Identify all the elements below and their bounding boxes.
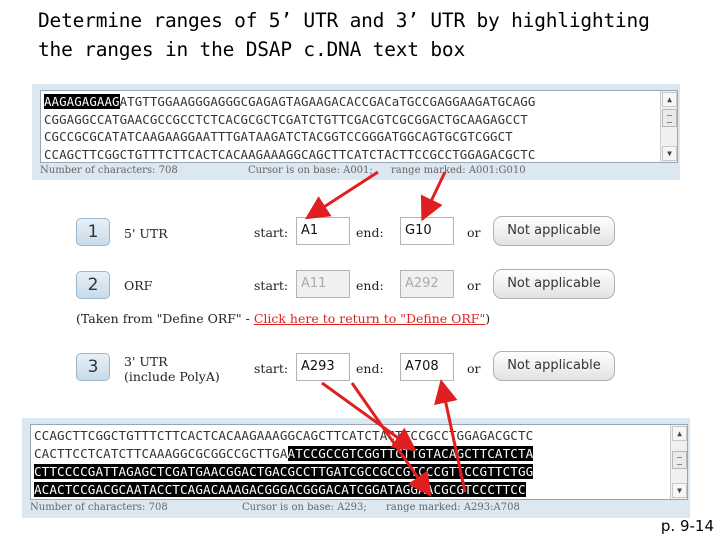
- slide-heading: Determine ranges of 5’ UTR and 3’ UTR by…: [38, 6, 718, 64]
- sequence-text: CGGAGGCCATGAACGCCGCCTCTCACGCGCTCGATCTGTT…: [44, 111, 528, 127]
- highlighted-range: ATCCGCCGTCGGTTCTTGTACAGCTTCATCTA: [287, 446, 534, 461]
- sequence-line: CCAGCTTCGGCTGTTTCTTCACTCACAAGAAAGGCAGCTT…: [34, 427, 533, 445]
- step-3-title: 3' UTR: [124, 354, 168, 369]
- 5utr-end-input[interactable]: G10: [400, 217, 454, 245]
- scroll-thumb[interactable]: [662, 109, 677, 127]
- step-1-badge: 1: [76, 218, 110, 246]
- sequence-text: ATGTTGGAAGGGAGGGCGAGAGTAGAAGACACCGACaTGC…: [119, 94, 536, 109]
- sequence-line: CGGAGGCCATGAACGCCGCCTCTCACGCGCTCGATCTGTT…: [44, 111, 535, 129]
- step-3-sublabel: (include PolyA): [124, 369, 220, 384]
- orf-start-input: A11: [296, 270, 350, 298]
- page-number: p. 9-14: [660, 517, 714, 535]
- step-1-label: 5' UTR: [124, 226, 168, 241]
- scroll-thumb[interactable]: [672, 451, 687, 469]
- step-2-badge: 2: [76, 271, 110, 299]
- char-count: Number of characters: 708: [30, 502, 168, 513]
- sequence-line: CCAGCTTCGGCTGTTTCTTCACTCACAAGAAAGGCAGCTT…: [44, 146, 535, 164]
- sequence-lines: AAGAGAGAAGATGTTGGAAGGGAGGGCGAGAGTAGAAGAC…: [44, 93, 535, 163]
- step-3-label: 3' UTR (include PolyA): [124, 354, 220, 384]
- scroll-up-arrow-icon[interactable]: ▲: [672, 426, 687, 441]
- sequence-line: AAGAGAGAAGATGTTGGAAGGGAGGGCGAGAGTAGAAGAC…: [44, 93, 535, 111]
- start-label: start:: [254, 361, 289, 376]
- top-sequence-panel: AAGAGAGAAGATGTTGGAAGGGAGGGCGAGAGTAGAAGAC…: [32, 84, 680, 180]
- or-label: or: [467, 278, 481, 293]
- scroll-down-arrow-icon[interactable]: ▼: [662, 146, 677, 161]
- sequence-line: CGCCGCGCATATCAAGAAGGAATTTGATAAGATCTACGGT…: [44, 128, 535, 146]
- vertical-scrollbar[interactable]: ▲ ▼: [660, 91, 677, 162]
- scroll-up-arrow-icon[interactable]: ▲: [662, 92, 677, 107]
- char-count: Number of characters: 708: [40, 165, 178, 176]
- sequence-text: CCAGCTTCGGCTGTTTCTTCACTCACAAGAAAGGCAGCTT…: [44, 146, 536, 162]
- or-label: or: [467, 225, 481, 240]
- sequence-line: ACACTCCGACGCAATACCTCAGACAAAGACGGGACGGGAC…: [34, 481, 533, 499]
- sequence-text: CGCCGCGCATATCAAGAAGGAATTTGATAAGATCTACGGT…: [44, 129, 513, 144]
- range-marked: range marked: A293:A708: [386, 502, 520, 513]
- or-label: or: [467, 361, 481, 376]
- 3utr-not-applicable-button[interactable]: Not applicable: [493, 351, 615, 381]
- vertical-scrollbar[interactable]: ▲ ▼: [670, 425, 687, 499]
- 3utr-start-input[interactable]: A293: [296, 353, 350, 381]
- end-label: end:: [356, 361, 384, 376]
- cdna-text-box[interactable]: CCAGCTTCGGCTGTTTCTTCACTCACAAGAAAGGCAGCTT…: [30, 424, 688, 500]
- 3utr-end-input[interactable]: A708: [400, 353, 454, 381]
- end-label: end:: [356, 278, 384, 293]
- scroll-down-arrow-icon[interactable]: ▼: [672, 483, 687, 498]
- heading-line-1: Determine ranges of 5’ UTR and 3’ UTR by…: [38, 9, 650, 32]
- orf-note-suffix: ): [485, 311, 491, 326]
- range-marked: range marked: A001:G010: [391, 165, 526, 176]
- cdna-text-box[interactable]: AAGAGAGAAGATGTTGGAAGGGAGGGCGAGAGTAGAAGAC…: [40, 90, 678, 163]
- sequence-line: CTTCCCCGATTAGAGCTCGATGAACGGACTGACGCCTTGA…: [34, 463, 534, 481]
- highlighted-range: ACACTCCGACGCAATACCTCAGACAAAGACGGGACGGGAC…: [34, 482, 526, 497]
- 5utr-not-applicable-button[interactable]: Not applicable: [493, 216, 615, 246]
- highlighted-range: AAGAGAGAAG: [44, 94, 120, 109]
- sequence-line: CACTTCCTCATCTTCAAAGGCGCGGCCGCTTGAATCCGCC…: [34, 445, 534, 463]
- sequence-text: CACTTCCTCATCTTCAAAGGCGCGGCCGCTTGA: [34, 446, 288, 461]
- highlighted-range: CTTCCCCGATTAGAGCTCGATGAACGGACTGACGCCTTGA…: [34, 464, 534, 479]
- end-label: end:: [356, 225, 384, 240]
- 5utr-start-input[interactable]: A1: [296, 217, 350, 245]
- sequence-lines: CCAGCTTCGGCTGTTTCTTCACTCACAAGAAAGGCAGCTT…: [34, 427, 534, 499]
- orf-end-input: A292: [400, 270, 454, 298]
- orf-note: (Taken from "Define ORF" - Click here to…: [76, 311, 490, 326]
- orf-note-prefix: (Taken from "Define ORF" -: [76, 311, 254, 326]
- start-label: start:: [254, 225, 289, 240]
- cursor-position: Cursor is on base: A293;: [242, 502, 367, 513]
- sequence-text: CCAGCTTCGGCTGTTTCTTCACTCACAAGAAAGGCAGCTT…: [34, 428, 534, 443]
- start-label: start:: [254, 278, 289, 293]
- step-2-label: ORF: [124, 278, 153, 293]
- bottom-sequence-panel: CCAGCTTCGGCTGTTTCTTCACTCACAAGAAAGGCAGCTT…: [22, 418, 690, 518]
- heading-line-2: the ranges in the DSAP c.DNA text box: [38, 38, 465, 61]
- cursor-position: Cursor is on base: A001;: [248, 165, 373, 176]
- orf-not-applicable-button[interactable]: Not applicable: [493, 269, 615, 299]
- return-to-define-orf-link[interactable]: Click here to return to "Define ORF": [254, 311, 485, 326]
- step-3-badge: 3: [76, 353, 110, 381]
